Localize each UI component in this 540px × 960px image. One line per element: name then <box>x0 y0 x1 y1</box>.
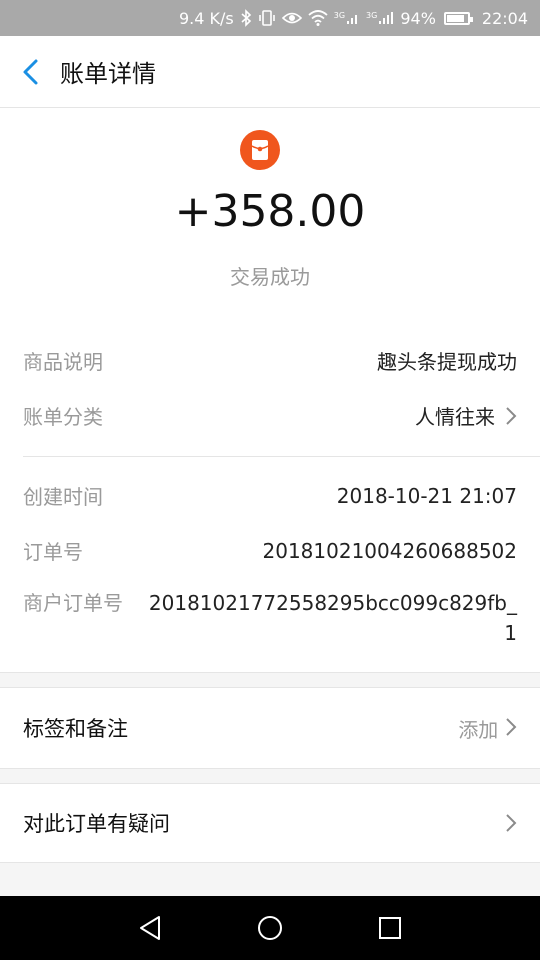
status-bar: 9.4 K/s 3G 3G 94% 22:04 <box>0 0 540 36</box>
order-number-label: 订单号 <box>23 540 83 564</box>
chevron-right-icon <box>506 814 517 832</box>
order-number-row: 订单号 20181021004260688502 <box>0 523 540 578</box>
transaction-amount: +358.00 <box>174 186 366 237</box>
merchant-order-number-row: 商户订单号 20181021772558295bcc099c829fb_1 <box>0 578 540 672</box>
bottom-divider <box>0 862 540 863</box>
nav-home-icon[interactable] <box>210 896 330 960</box>
red-packet-icon <box>240 130 280 170</box>
page-title: 账单详情 <box>60 60 156 88</box>
bill-detail: +358.00 交易成功 商品说明 趣头条提现成功 账单分类 人情往来 创建时间… <box>0 108 540 863</box>
created-time-row: 创建时间 2018-10-21 21:07 <box>0 468 540 523</box>
battery-icon <box>442 11 473 25</box>
battery-percent: 94% <box>400 8 436 28</box>
bill-category-row[interactable]: 账单分类 人情往来 <box>0 388 540 443</box>
wifi-icon <box>308 10 328 26</box>
tags-and-notes-row[interactable]: 标签和备注 添加 <box>0 688 540 768</box>
signal-icon-2: 3G <box>366 11 394 25</box>
transaction-status: 交易成功 <box>230 265 310 289</box>
add-hint: 添加 <box>458 717 499 742</box>
back-arrow-icon[interactable] <box>0 36 60 108</box>
bluetooth-icon <box>240 9 252 27</box>
nav-back-icon[interactable] <box>90 896 210 960</box>
product-description-label: 商品说明 <box>23 350 103 374</box>
network-type-1: 3G <box>333 11 346 20</box>
bill-category-value: 人情往来 <box>415 405 495 429</box>
merchant-order-number-value: 20181021772558295bcc099c829fb_1 <box>148 591 517 645</box>
network-type-2: 3G <box>366 11 378 20</box>
transaction-summary: +358.00 交易成功 <box>0 108 540 316</box>
section-gap <box>0 672 540 688</box>
vibrate-icon <box>258 9 276 27</box>
eye-icon <box>281 10 302 26</box>
chevron-right-icon <box>506 717 517 736</box>
network-speed: 9.4 K/s <box>178 8 234 28</box>
app-header: 账单详情 <box>0 36 540 108</box>
product-description-value: 趣头条提现成功 <box>377 350 517 374</box>
order-number-value: 20181021004260688502 <box>262 538 518 563</box>
merchant-order-number-label: 商户订单号 <box>23 591 123 615</box>
tags-and-notes-label: 标签和备注 <box>23 717 128 741</box>
system-nav-bar <box>0 896 540 960</box>
clock: 22:04 <box>481 8 528 28</box>
nav-recents-icon[interactable] <box>330 896 450 960</box>
order-question-row[interactable]: 对此订单有疑问 <box>0 784 540 862</box>
bill-category-label: 账单分类 <box>23 405 103 429</box>
product-description-row: 商品说明 趣头条提现成功 <box>0 333 540 388</box>
section-gap <box>0 768 540 784</box>
signal-icon-1: 3G <box>334 11 360 25</box>
created-time-value: 2018-10-21 21:07 <box>336 483 517 508</box>
created-time-label: 创建时间 <box>23 485 103 509</box>
chevron-right-icon <box>506 406 517 425</box>
order-question-label: 对此订单有疑问 <box>23 812 170 836</box>
